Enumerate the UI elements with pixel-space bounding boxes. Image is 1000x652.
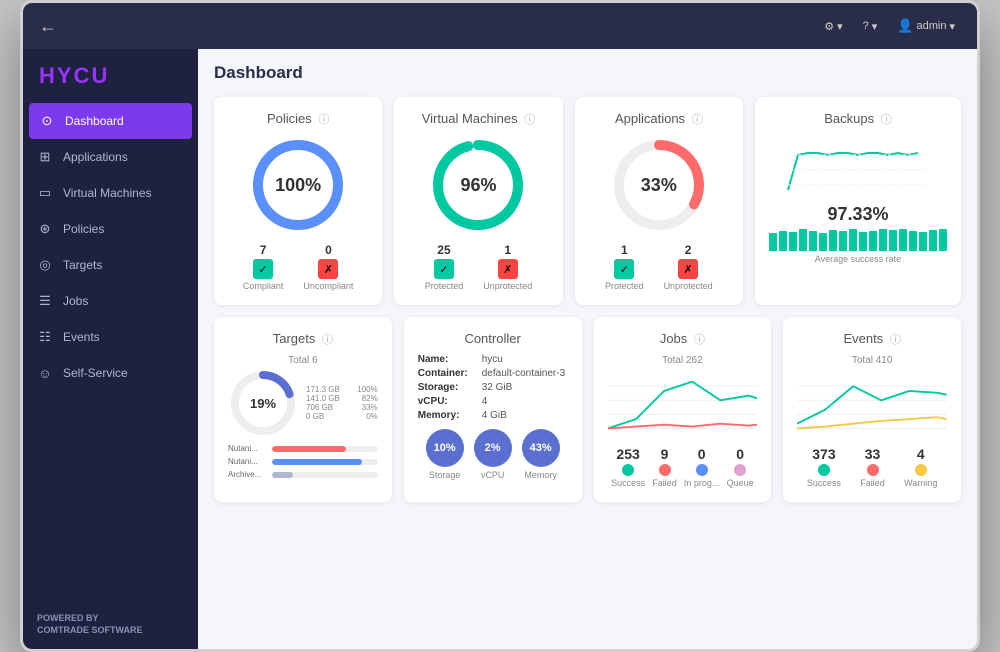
sidebar-item-dashboard[interactable]: ⊙ Dashboard: [29, 103, 192, 139]
app-unprotected-icon: ✗: [678, 259, 698, 279]
events-icon: ☷: [37, 329, 53, 345]
job-success: 253 Success: [611, 446, 645, 488]
backups-bar-chart: [769, 229, 947, 251]
policies-info-icon[interactable]: ⓘ: [318, 114, 329, 126]
jobs-total: Total 262: [608, 355, 758, 366]
compliant-icon: ✓: [253, 259, 273, 279]
app-protected-stat: 1 ✓ Protected: [605, 243, 644, 291]
jobs-info-icon[interactable]: ⓘ: [694, 334, 705, 346]
apps-info-icon[interactable]: ⓘ: [692, 114, 703, 126]
sidebar-item-targets[interactable]: ◎ Targets: [23, 247, 198, 283]
event-failed: 33 Failed: [860, 446, 885, 488]
apps-donut: 33%: [589, 135, 729, 235]
targets-icon: ◎: [37, 257, 53, 273]
memory-circle: 43% Memory: [522, 429, 560, 480]
event-warning: 4 Warning: [904, 446, 937, 488]
vms-icon: ▭: [37, 185, 53, 201]
sidebar-footer: POWERED BY COMTRADE SOFTWARE: [23, 600, 198, 649]
vm-unprotected-stat: 1 ✗ Unprotected: [483, 243, 532, 291]
vm-protected-icon: ✓: [434, 259, 454, 279]
vms-info-icon[interactable]: ⓘ: [524, 114, 535, 126]
sidebar-item-self-service[interactable]: ☺ Self-Service: [23, 355, 198, 391]
main-content: Dashboard Policies ⓘ: [198, 49, 977, 649]
controller-title: Controller: [418, 331, 568, 346]
sidebar-item-jobs[interactable]: ☰ Jobs: [23, 283, 198, 319]
jobs-card: Jobs ⓘ Total 262: [594, 317, 772, 502]
controller-info: Name: hycu Container: default-container-…: [418, 354, 568, 421]
backups-line-chart: [769, 135, 947, 200]
job-inprogress: 0 In prog...: [684, 446, 720, 488]
targets-title: Targets ⓘ: [228, 331, 378, 347]
avg-label: Average success rate: [769, 254, 947, 264]
targets-info-icon[interactable]: ⓘ: [322, 334, 333, 346]
app-unprotected-stat: 2 ✗ Unprotected: [664, 243, 713, 291]
jobs-line-chart: [608, 370, 758, 440]
storage-circle: 10% Storage: [426, 429, 464, 480]
policies-donut: 100%: [228, 135, 368, 235]
controller-card: Controller Name: hycu Container: default…: [404, 317, 582, 502]
jobs-title: Jobs ⓘ: [608, 331, 758, 347]
targets-bars: Nutani... Nutani... Archive...: [228, 444, 378, 479]
sidebar-item-policies[interactable]: ⊛ Policies: [23, 211, 198, 247]
policies-icon: ⊛: [37, 221, 53, 237]
dashboard-icon: ⊙: [39, 113, 55, 129]
back-button[interactable]: ←: [39, 16, 57, 37]
targets-percent: 19%: [250, 396, 276, 411]
sidebar-item-applications[interactable]: ⊞ Applications: [23, 139, 198, 175]
backups-title: Backups ⓘ: [769, 111, 947, 127]
vms-donut: 96%: [408, 135, 548, 235]
self-service-icon: ☺: [37, 365, 53, 381]
applications-title: Applications ⓘ: [589, 111, 729, 127]
targets-total: Total 6: [228, 355, 378, 366]
events-title: Events ⓘ: [797, 331, 947, 347]
vms-title: Virtual Machines ⓘ: [408, 111, 548, 127]
logo: HYCU: [23, 49, 198, 103]
backups-info-icon[interactable]: ⓘ: [881, 114, 892, 126]
events-info-icon[interactable]: ⓘ: [890, 334, 901, 346]
sidebar: HYCU ⊙ Dashboard ⊞ Applications ▭ Virtua…: [23, 49, 198, 649]
controller-circles: 10% Storage 2% vCPU 43% Memory: [418, 429, 568, 480]
sidebar-item-events[interactable]: ☷ Events: [23, 319, 198, 355]
compliant-stat: 7 ✓ Compliant: [243, 243, 284, 291]
events-line-chart: [797, 370, 947, 440]
uncompliant-icon: ✗: [318, 259, 338, 279]
events-total: Total 410: [797, 355, 947, 366]
vm-protected-stat: 25 ✓ Protected: [425, 243, 464, 291]
targets-legend: 171.3 GB100% 141.0 GB82% 706 GB33% 0 GB0…: [306, 385, 378, 421]
app-protected-icon: ✓: [614, 259, 634, 279]
user-menu[interactable]: 👤 admin▾: [891, 14, 961, 38]
job-failed: 9 Failed: [652, 446, 677, 488]
backups-card: Backups ⓘ 97.33%: [755, 97, 961, 305]
policies-card: Policies ⓘ 100% 7: [214, 97, 382, 305]
page-title: Dashboard: [214, 63, 961, 83]
settings-button[interactable]: ⚙▾: [818, 16, 848, 37]
policies-title: Policies ⓘ: [228, 111, 368, 127]
applications-icon: ⊞: [37, 149, 53, 165]
backups-percentage: 97.33%: [769, 204, 947, 225]
jobs-icon: ☰: [37, 293, 53, 309]
jobs-stats: 253 Success 9 Failed 0: [608, 446, 758, 488]
vcpu-circle: 2% vCPU: [474, 429, 512, 480]
applications-card: Applications ⓘ 33% 1: [575, 97, 743, 305]
sidebar-item-vms[interactable]: ▭ Virtual Machines: [23, 175, 198, 211]
events-stats: 373 Success 33 Failed 4: [797, 446, 947, 488]
vms-card: Virtual Machines ⓘ 96% 25: [394, 97, 562, 305]
events-card: Events ⓘ Total 410: [783, 317, 961, 502]
vm-unprotected-icon: ✗: [498, 259, 518, 279]
help-button[interactable]: ?▾: [857, 16, 884, 37]
event-success: 373 Success: [807, 446, 841, 488]
targets-card: Targets ⓘ Total 6: [214, 317, 392, 502]
uncompliant-stat: 0 ✗ Uncompliant: [303, 243, 353, 291]
job-queue: 0 Queue: [727, 446, 754, 488]
